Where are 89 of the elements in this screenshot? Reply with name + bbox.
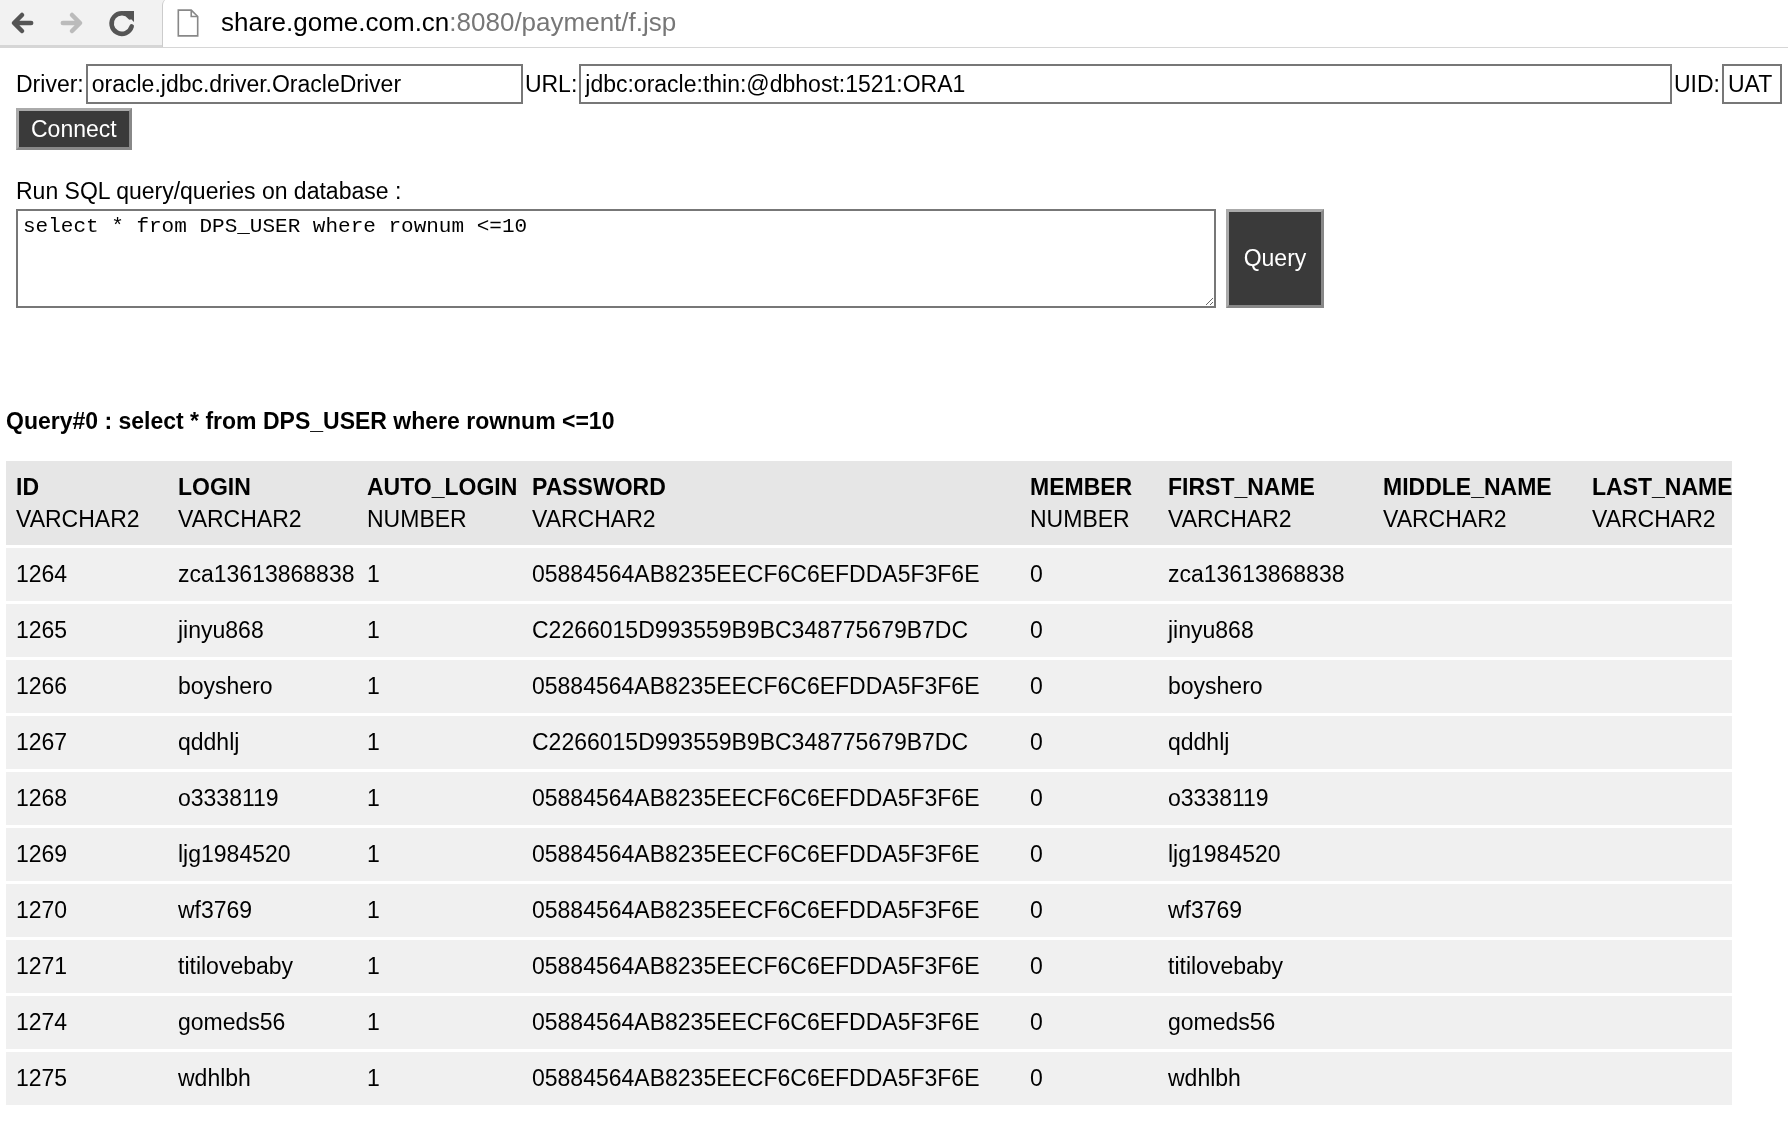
page-icon <box>177 8 199 37</box>
column-name: AUTO_LOGIN <box>367 473 518 502</box>
table-cell: 1 <box>357 938 522 995</box>
sql-textarea[interactable]: select * from DPS_USER where rownum <=10 <box>16 209 1216 308</box>
table-cell: ljg1984520 <box>168 826 357 883</box>
text-field[interactable]: oracle.jdbc.driver.OracleDriver <box>85 64 523 104</box>
column-type: NUMBER <box>367 505 468 534</box>
connect-button[interactable]: Connect <box>16 108 132 150</box>
table-cell: 1 <box>357 994 522 1051</box>
sql-label: Run SQL query/queries on database : <box>16 178 403 205</box>
table-cell: 05884564AB8235EECF6C6EFDDA5F3F6E <box>522 546 1020 603</box>
table-cell: 1271 <box>6 938 168 995</box>
table-cell: 0 <box>1020 602 1158 659</box>
column-type: VARCHAR2 <box>532 505 657 534</box>
table-cell: 1270 <box>6 882 168 939</box>
column-type: VARCHAR2 <box>1592 505 1717 534</box>
table-cell: wf3769 <box>168 882 357 939</box>
table-cell: 1 <box>357 826 522 883</box>
table-cell: 1265 <box>6 602 168 659</box>
table-cell: 1274 <box>6 994 168 1051</box>
table-cell: gomeds56 <box>1158 994 1373 1051</box>
table-cell: wf3769 <box>1158 882 1373 939</box>
column-name: MIDDLE_NAME <box>1383 473 1553 502</box>
table-cell: 1 <box>357 546 522 603</box>
table-cell: 1275 <box>6 1050 168 1107</box>
table-cell: 0 <box>1020 1050 1158 1107</box>
table-cell: 1 <box>357 714 522 771</box>
table-cell: 0 <box>1020 882 1158 939</box>
table-cell: titilovebaby <box>1158 938 1373 995</box>
table-cell: jinyu868 <box>1158 602 1373 659</box>
address-bar[interactable]: share.gome.com.cn:8080/payment/f.jsp <box>162 0 1788 47</box>
table-cell: 1 <box>357 1050 522 1107</box>
table-cell: 05884564AB8235EECF6C6EFDDA5F3F6E <box>522 938 1020 995</box>
table-cell: zca13613868838 <box>1158 546 1373 603</box>
table-cell: 1264 <box>6 546 168 603</box>
table-cell: 05884564AB8235EECF6C6EFDDA5F3F6E <box>522 994 1020 1051</box>
column-type: NUMBER <box>1030 505 1131 534</box>
table-cell: 0 <box>1020 658 1158 715</box>
table-cell: 05884564AB8235EECF6C6EFDDA5F3F6E <box>522 770 1020 827</box>
table-cell: 1268 <box>6 770 168 827</box>
table-cell: 0 <box>1020 938 1158 995</box>
table-cell: 0 <box>1020 826 1158 883</box>
table-cell: 1266 <box>6 658 168 715</box>
table-cell: 05884564AB8235EECF6C6EFDDA5F3F6E <box>522 1050 1020 1107</box>
table-cell: C2266015D993559B9BC348775679B7DC <box>522 714 1020 771</box>
text-field[interactable]: jdbc:oracle:thin:@dbhost:1521:ORA1 <box>579 64 1672 104</box>
table-cell: o3338119 <box>168 770 357 827</box>
column-type: VARCHAR2 <box>1168 505 1293 534</box>
table-cell: wdhlbh <box>1158 1050 1373 1107</box>
table-cell: 05884564AB8235EECF6C6EFDDA5F3F6E <box>522 658 1020 715</box>
field-label: UID: <box>1674 70 1720 98</box>
table-cell: 1 <box>357 602 522 659</box>
table-cell: 1267 <box>6 714 168 771</box>
table-cell: 0 <box>1020 994 1158 1051</box>
table-cell: qddhlj <box>168 714 357 771</box>
field-label: Driver: <box>16 70 84 98</box>
table-cell: wdhlbh <box>168 1050 357 1107</box>
table-cell: qddhlj <box>1158 714 1373 771</box>
table-cell: 0 <box>1020 546 1158 603</box>
url-text: share.gome.com.cn:8080/payment/f.jsp <box>221 7 677 38</box>
table-cell: boyshero <box>1158 658 1373 715</box>
column-name: ID <box>16 473 40 502</box>
table-cell: 0 <box>1020 770 1158 827</box>
table-cell: gomeds56 <box>168 994 357 1051</box>
query-button[interactable]: Query <box>1226 209 1324 308</box>
column-type: VARCHAR2 <box>1383 505 1508 534</box>
table-cell: 05884564AB8235EECF6C6EFDDA5F3F6E <box>522 826 1020 883</box>
column-name: PASSWORD <box>532 473 667 502</box>
table-cell: 1 <box>357 658 522 715</box>
column-name: MEMBER <box>1030 473 1134 502</box>
column-type: VARCHAR2 <box>178 505 303 534</box>
text-field[interactable]: UAT <box>1722 64 1782 104</box>
table-cell: boyshero <box>168 658 357 715</box>
result-title: Query#0 : select * from DPS_USER where rownum <=10 <box>6 408 616 435</box>
table-cell: jinyu868 <box>168 602 357 659</box>
table-cell: 0 <box>1020 714 1158 771</box>
table-cell: zca13613868838 <box>168 546 357 603</box>
table-cell: C2266015D993559B9BC348775679B7DC <box>522 602 1020 659</box>
column-type: VARCHAR2 <box>16 505 141 534</box>
table-cell: 1 <box>357 882 522 939</box>
table-cell: 1269 <box>6 826 168 883</box>
table-cell: ljg1984520 <box>1158 826 1373 883</box>
column-name: FIRST_NAME <box>1168 473 1316 502</box>
table-cell: 05884564AB8235EECF6C6EFDDA5F3F6E <box>522 882 1020 939</box>
column-name: LOGIN <box>178 473 252 502</box>
field-label: URL: <box>524 70 578 98</box>
table-cell: titilovebaby <box>168 938 357 995</box>
table-cell: o3338119 <box>1158 770 1373 827</box>
table-cell: 1 <box>357 770 522 827</box>
